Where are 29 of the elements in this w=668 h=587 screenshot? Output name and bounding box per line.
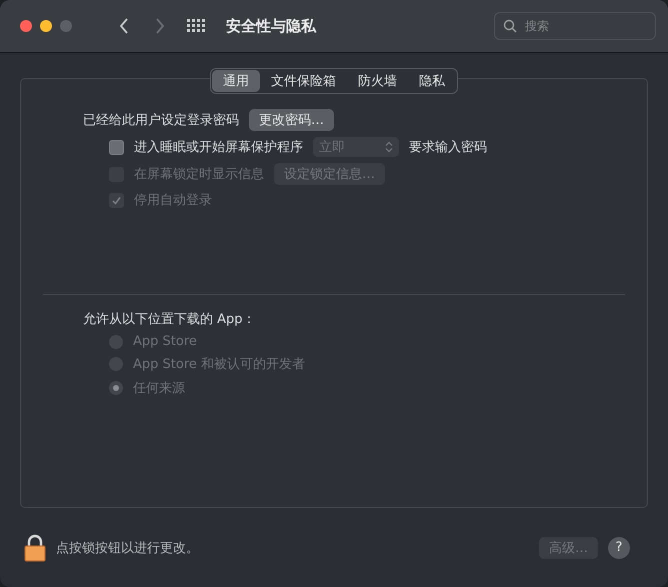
checkbox-label: 停用自动登录 [134, 192, 212, 209]
back-icon[interactable] [119, 18, 129, 34]
minimize-button[interactable] [40, 20, 52, 32]
tab[interactable]: 文件保险箱 [260, 70, 347, 92]
padlock-icon[interactable] [24, 534, 46, 562]
zoom-button[interactable] [60, 20, 72, 32]
checkbox-label: 在屏幕锁定时显示信息 [134, 166, 264, 183]
change-password-button[interactable]: 更改密码… [249, 109, 334, 131]
lock-hint: 点按锁按钮以进行更改。 [56, 540, 200, 556]
window-title: 安全性与隐私 [226, 16, 318, 36]
updown-chevron-icon [385, 141, 393, 153]
radio-label: App Store [133, 334, 197, 349]
checkbox[interactable] [109, 140, 124, 154]
radio-label: 任何来源 [133, 380, 185, 397]
forward-icon[interactable] [155, 18, 165, 34]
suffix-label: 要求输入密码 [409, 139, 487, 156]
radio-label: App Store 和被认可的开发者 [133, 356, 306, 373]
checkbox-label: 进入睡眠或开始屏幕保护程序 [134, 139, 303, 156]
close-button[interactable] [20, 20, 32, 32]
tab[interactable]: 通用 [212, 70, 260, 92]
search-icon [503, 19, 517, 33]
tab[interactable]: 防火墙 [347, 70, 408, 92]
help-button[interactable]: ? [608, 536, 630, 558]
search-field[interactable]: 搜索 [494, 12, 656, 40]
downloads-label: 允许从以下位置下载的 App： [83, 311, 257, 328]
tab[interactable]: 隐私 [408, 70, 456, 92]
password-label: 已经给此用户设定登录密码 [83, 112, 239, 129]
grid-icon[interactable] [187, 19, 205, 33]
checkmark-icon [112, 196, 121, 204]
